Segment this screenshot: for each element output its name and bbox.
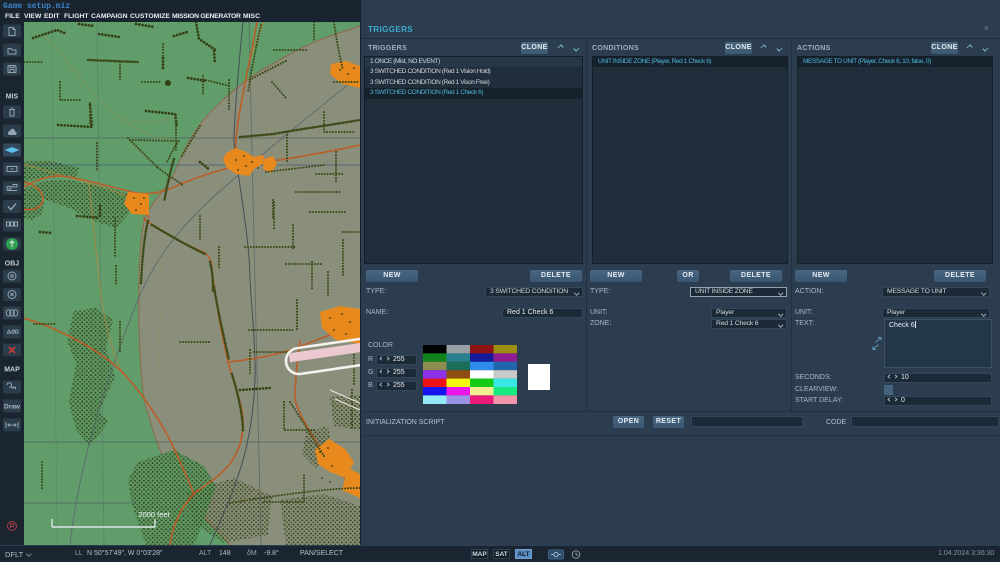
svg-text:MIS: MIS bbox=[6, 94, 19, 101]
svg-text:MAP: MAP bbox=[4, 367, 20, 374]
svg-text:Draw: Draw bbox=[4, 404, 21, 411]
svg-text:OBJ: OBJ bbox=[5, 261, 20, 268]
svg-text:2000 feet: 2000 feet bbox=[138, 510, 170, 519]
